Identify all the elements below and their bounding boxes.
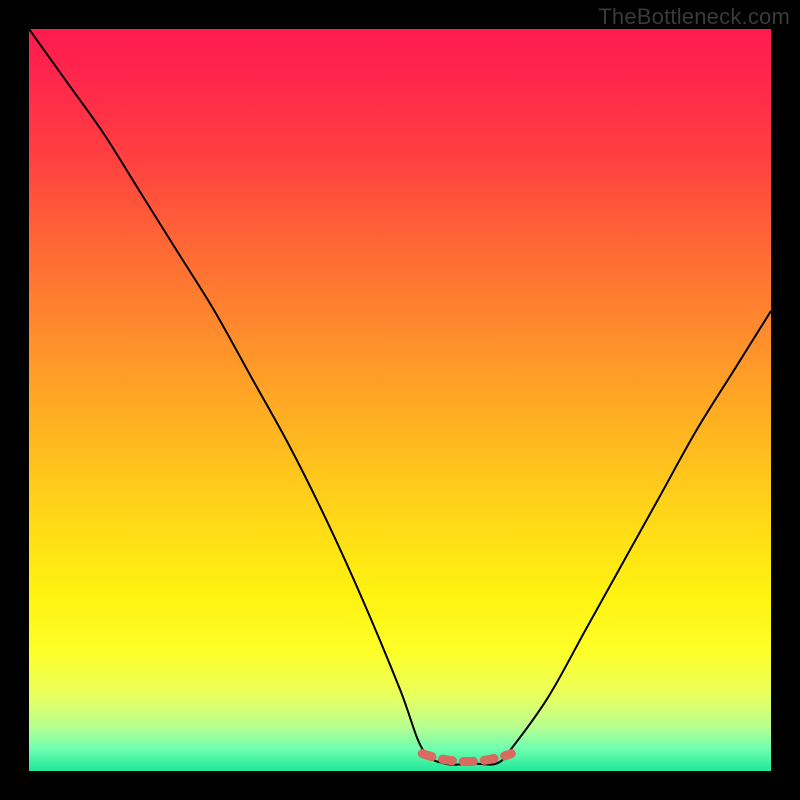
chart-frame: TheBottleneck.com bbox=[0, 0, 800, 800]
bottleneck-curve bbox=[29, 29, 771, 765]
watermark-text: TheBottleneck.com bbox=[598, 4, 790, 30]
plot-area bbox=[29, 29, 771, 771]
chart-svg bbox=[29, 29, 771, 771]
